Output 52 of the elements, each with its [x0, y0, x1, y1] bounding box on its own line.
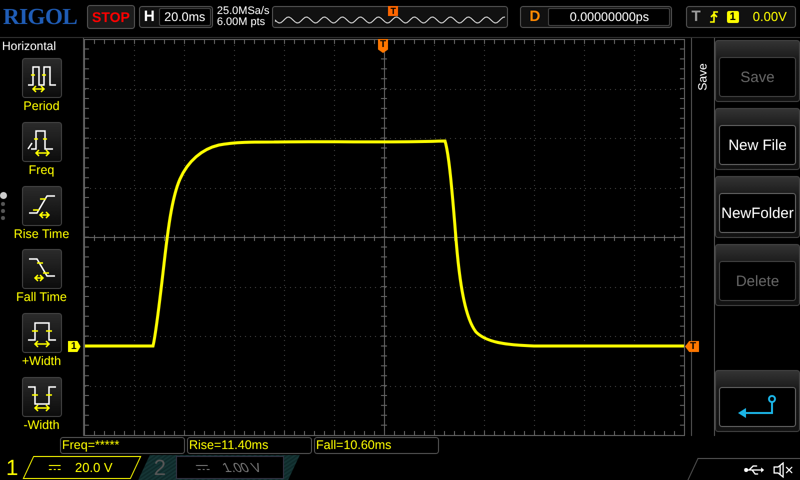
channel-number: 2: [154, 454, 167, 480]
page-indicator-dot[interactable]: [0, 192, 7, 199]
measure-label: Rise Time: [14, 226, 70, 241]
dc-coupling-icon: [49, 464, 61, 472]
run-stop-button[interactable]: STOP: [87, 4, 135, 28]
measure-label: -Width: [23, 418, 60, 432]
measure-button[interactable]: [22, 313, 62, 354]
measure-button[interactable]: [22, 58, 62, 98]
page-indicator-dot[interactable]: [1, 209, 5, 213]
trigger-position-marker: T: [378, 39, 388, 53]
delay-label: D: [528, 8, 542, 25]
softkey-button[interactable]: NewFolder: [719, 193, 796, 233]
trigger-label: T: [690, 8, 702, 25]
measure-button[interactable]: [22, 249, 62, 290]
channel-tab[interactable]: 2 1.00 V: [138, 455, 300, 480]
channel-number: 1: [6, 454, 20, 480]
trigger-source-badge: 1: [726, 10, 739, 22]
menu-title: Horizontal: [1, 38, 56, 53]
brand-logo: RIGOL: [3, 4, 78, 30]
measure-label: Freq: [28, 162, 54, 177]
measure-button[interactable]: [22, 186, 62, 226]
softkey-button[interactable]: New File: [719, 125, 796, 165]
trigger-position-marker: T: [388, 6, 398, 16]
delay-value: 0.00000000ps: [548, 8, 670, 26]
measure-button[interactable]: [22, 377, 62, 418]
dc-coupling-icon: [194, 464, 210, 472]
back-button[interactable]: [719, 387, 796, 427]
rising-edge-icon: [708, 10, 719, 24]
measure-label: Period: [23, 99, 60, 113]
measurement-readout: Freq=*****: [60, 437, 185, 454]
trigger-box[interactable]: T 1 0.00V: [686, 6, 796, 28]
timebase-label: H: [142, 8, 156, 25]
measure-label: Fall Time: [16, 290, 67, 304]
memory-depth-text: 6.00M pts: [216, 16, 266, 28]
measurement-readout: Fall=10.60ms: [314, 437, 439, 454]
page-indicator-dot[interactable]: [1, 216, 5, 220]
delay-box[interactable]: D 0.00000000ps: [520, 6, 672, 28]
usb-icon: [743, 464, 766, 476]
trigger-level-marker: T: [685, 341, 700, 352]
channel-scale: 20.0 V: [75, 460, 113, 475]
speaker-muted-icon: [773, 462, 794, 478]
measurement-readout: Rise=11.40ms: [187, 437, 312, 454]
timebase-value: 20.0ms: [158, 8, 211, 26]
page-indicator-dot[interactable]: [1, 202, 5, 206]
trigger-level-value: 0.00V: [752, 9, 787, 24]
measure-label: +Width: [22, 354, 62, 368]
sample-rate-text: 25.0MSa/s: [216, 6, 270, 16]
measure-button[interactable]: [22, 122, 62, 162]
channel-offset-marker: 1: [68, 341, 81, 352]
timebase-box[interactable]: H 20.0ms: [138, 6, 213, 28]
menu-title: Save: [696, 63, 710, 91]
channel-scale: 1.00 V: [219, 460, 264, 475]
